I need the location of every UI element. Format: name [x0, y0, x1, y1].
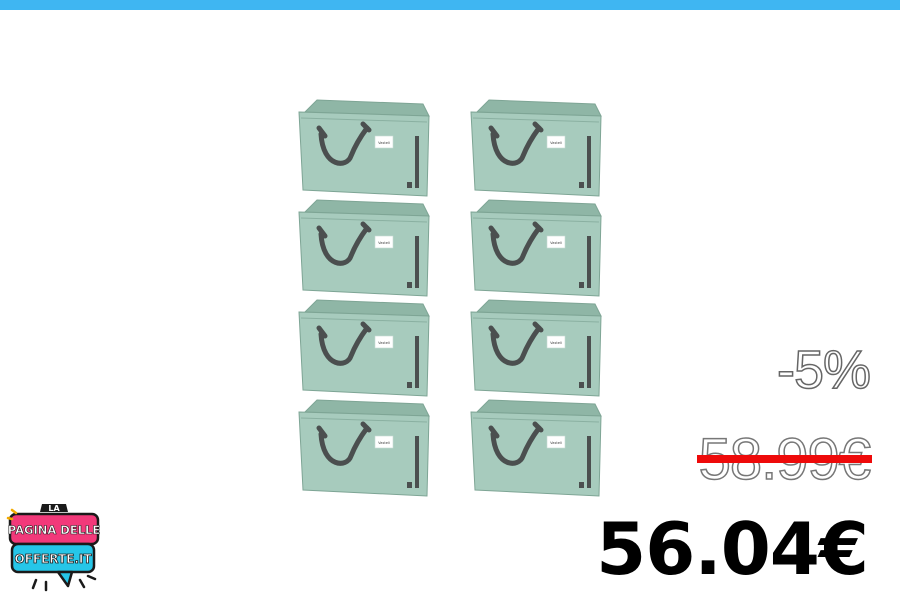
logo-text-pagina: PAGINA DELLE — [8, 523, 101, 537]
logo-text-la: LA — [48, 504, 60, 513]
product-image: Vasteli Vasteli Vasteli Vasteli Vasteli Vaste… — [295, 98, 610, 501]
storage-bag: Vasteli — [467, 398, 603, 499]
storage-bag: Vasteli — [295, 198, 431, 299]
storage-bag: Vasteli — [295, 398, 431, 499]
logo-graphic: LA PAGINA DELLE OFFERTE.IT — [6, 504, 101, 592]
storage-bag: Vasteli — [295, 298, 431, 399]
storage-bag: Vasteli — [467, 98, 603, 199]
storage-bag: Vasteli — [295, 98, 431, 199]
site-logo: LA PAGINA DELLE OFFERTE.IT — [6, 500, 102, 596]
logo-text-offerte: OFFERTE.IT — [14, 552, 92, 566]
old-price-block: 58.99€ — [696, 427, 872, 492]
svg-text:Vasteli: Vasteli — [550, 441, 562, 445]
svg-text:Vasteli: Vasteli — [378, 441, 390, 445]
svg-text:Vasteli: Vasteli — [378, 141, 390, 145]
svg-text:Vasteli: Vasteli — [550, 141, 562, 145]
svg-text:Vasteli: Vasteli — [550, 241, 562, 245]
svg-text:Vasteli: Vasteli — [550, 341, 562, 345]
storage-bag: Vasteli — [467, 198, 603, 299]
svg-text:Vasteli: Vasteli — [378, 341, 390, 345]
new-price: 56.04€ — [596, 507, 869, 591]
top-accent-bar — [0, 0, 900, 10]
storage-bag: Vasteli — [467, 298, 603, 399]
discount-badge: -5% — [776, 339, 872, 401]
old-price-strikethrough — [696, 455, 872, 463]
svg-text:Vasteli: Vasteli — [378, 241, 390, 245]
